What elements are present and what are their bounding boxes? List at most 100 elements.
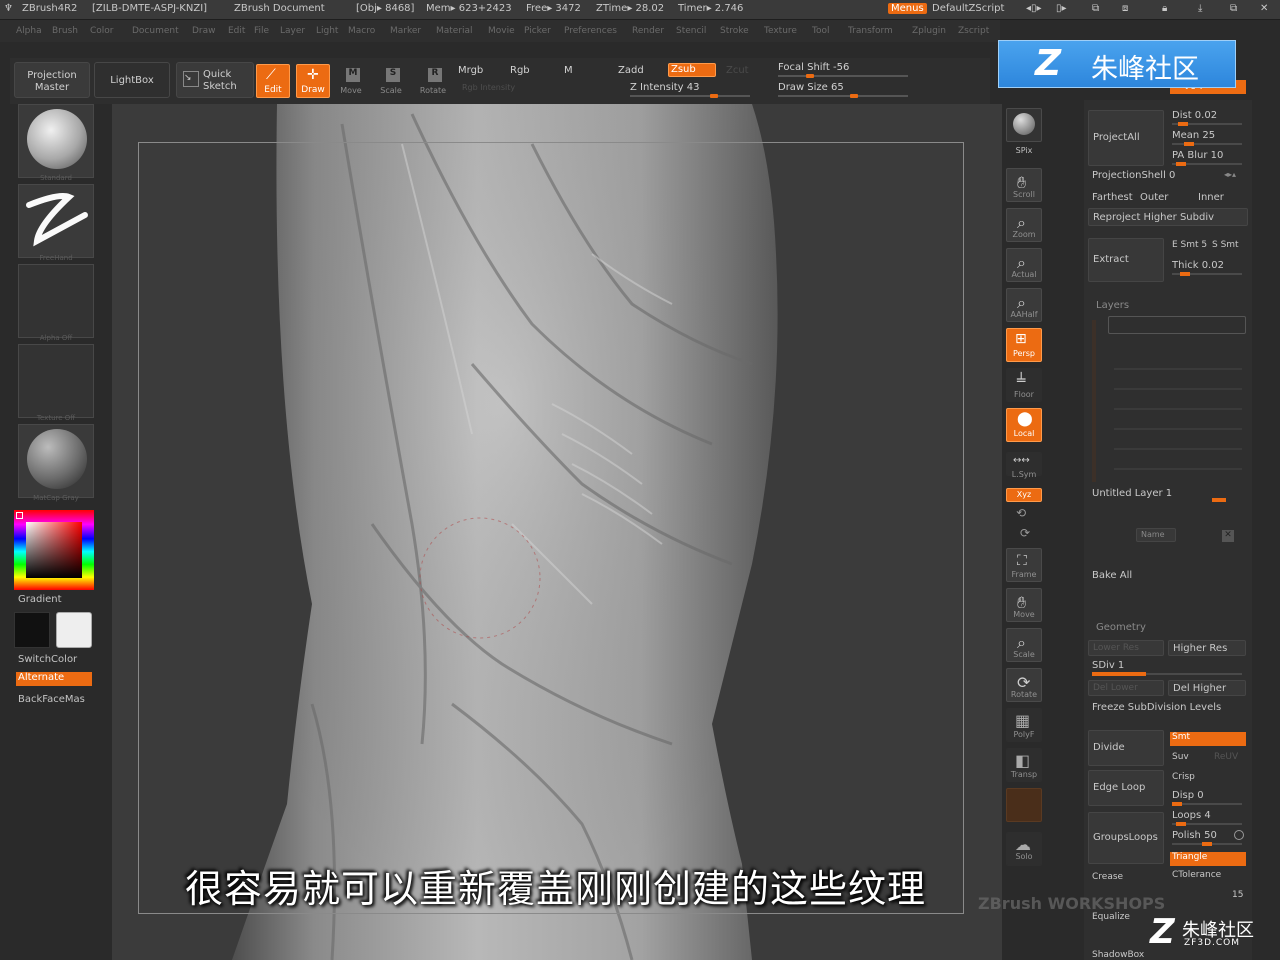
- project-all-button[interactable]: ProjectAll: [1088, 110, 1164, 166]
- draw-size-slider[interactable]: Draw Size 65: [778, 82, 844, 93]
- menu-color[interactable]: Color: [90, 26, 114, 36]
- brush-slot[interactable]: [18, 104, 94, 178]
- divide-button[interactable]: Divide: [1088, 730, 1164, 766]
- main-color-swatch[interactable]: [14, 612, 50, 648]
- polish-slider[interactable]: Polish 50: [1172, 830, 1242, 846]
- menu-material[interactable]: Material: [436, 26, 473, 36]
- quick-sketch-button[interactable]: ↘ Quick Sketch: [176, 62, 254, 98]
- del-lower-button[interactable]: Del Lower: [1088, 680, 1164, 696]
- smt-toggle[interactable]: Smt: [1170, 732, 1246, 746]
- move-mode-button[interactable]: M Move: [336, 64, 366, 100]
- rgb-button[interactable]: Rgb: [510, 65, 530, 76]
- shadowbox-button[interactable]: ShadowBox: [1092, 950, 1144, 960]
- menu-stencil[interactable]: Stencil: [676, 26, 706, 36]
- menu-stroke[interactable]: Stroke: [720, 26, 749, 36]
- xyz-button[interactable]: Xyz: [1006, 488, 1042, 502]
- lightbox-button[interactable]: LightBox: [94, 62, 170, 98]
- script-name[interactable]: DefaultZScript: [932, 3, 1004, 14]
- menu-marker[interactable]: Marker: [390, 26, 421, 36]
- gradient-button[interactable]: Gradient: [18, 594, 62, 605]
- menus-button[interactable]: Menus: [888, 3, 927, 14]
- mrgb-button[interactable]: Mrgb: [458, 65, 483, 76]
- scale-mode-button[interactable]: S Scale: [376, 64, 406, 100]
- layout-right-icon[interactable]: ▯▸: [1056, 3, 1067, 14]
- s-smt-slider[interactable]: S Smt: [1212, 240, 1239, 250]
- color-layout-icon[interactable]: ⧈: [1122, 3, 1128, 14]
- zadd-button[interactable]: Zadd: [618, 65, 644, 76]
- geometry-section-title[interactable]: Geometry: [1096, 622, 1146, 633]
- persp-button[interactable]: ⊞ Persp: [1006, 328, 1042, 362]
- close-icon[interactable]: ✕: [1260, 3, 1268, 14]
- extract-button[interactable]: Extract: [1088, 238, 1164, 282]
- freeze-subdivision-button[interactable]: Freeze SubDivision Levels: [1092, 702, 1221, 713]
- layers-scrollbar[interactable]: [1092, 320, 1096, 482]
- document-canvas[interactable]: [112, 104, 1002, 960]
- del-higher-button[interactable]: Del Higher: [1168, 680, 1246, 696]
- lower-res-button[interactable]: Lower Res: [1088, 640, 1164, 656]
- outer-toggle[interactable]: Outer: [1140, 192, 1168, 203]
- polish-circle-icon[interactable]: [1234, 830, 1244, 840]
- dist-slider[interactable]: Dist 0.02: [1172, 110, 1242, 126]
- z-intensity-track[interactable]: [630, 95, 750, 97]
- menu-texture[interactable]: Texture: [764, 26, 797, 36]
- draw-size-knob[interactable]: [850, 94, 858, 98]
- inner-toggle[interactable]: Inner: [1198, 192, 1224, 203]
- restore-icon[interactable]: ⧉: [1230, 3, 1237, 14]
- focal-shift-slider[interactable]: Focal Shift -56: [778, 62, 849, 73]
- menu-preferences[interactable]: Preferences: [564, 26, 617, 36]
- layers-section-title[interactable]: Layers: [1096, 300, 1129, 311]
- layer-name-field[interactable]: [1108, 316, 1246, 334]
- higher-res-button[interactable]: Higher Res: [1168, 640, 1246, 656]
- crease-button[interactable]: Crease: [1092, 872, 1123, 882]
- switch-color-button[interactable]: SwitchColor: [18, 654, 77, 665]
- lock-icon[interactable]: 🔒︎: [1162, 3, 1167, 14]
- menu-zscript[interactable]: Zscript: [958, 26, 989, 36]
- spix-slider[interactable]: SPix: [1002, 146, 1046, 155]
- layers-list[interactable]: [1114, 350, 1242, 470]
- menu-light[interactable]: Light: [316, 26, 338, 36]
- equalize-button[interactable]: Equalize: [1092, 912, 1130, 922]
- zcut-button[interactable]: Zcut: [726, 65, 749, 76]
- alpha-slot[interactable]: [18, 264, 94, 338]
- menu-edit[interactable]: Edit: [228, 26, 245, 36]
- rgb-intensity-slider[interactable]: Rgb Intensity: [462, 83, 515, 92]
- local-button[interactable]: ⬤ Local: [1006, 408, 1042, 442]
- layer-name-button[interactable]: Name: [1136, 528, 1176, 542]
- layout-left-icon[interactable]: ◂▯▸: [1026, 3, 1042, 14]
- menu-movie[interactable]: Movie: [488, 26, 515, 36]
- menu-render[interactable]: Render: [632, 26, 664, 36]
- ghost-button[interactable]: [1006, 788, 1042, 822]
- menu-brush[interactable]: Brush: [52, 26, 78, 36]
- minimize-icon[interactable]: ⤓: [1198, 3, 1202, 14]
- menu-alpha[interactable]: Alpha: [16, 26, 42, 36]
- edge-loop-button[interactable]: Edge Loop: [1088, 770, 1164, 806]
- reuv-toggle[interactable]: ReUV: [1214, 752, 1238, 762]
- edit-mode-button[interactable]: ⟋ Edit: [256, 64, 290, 98]
- mean-slider[interactable]: Mean 25: [1172, 130, 1242, 146]
- menu-transform[interactable]: Transform: [848, 26, 893, 36]
- menu-zplugin[interactable]: Zplugin: [912, 26, 946, 36]
- disp-slider[interactable]: Disp 0: [1172, 790, 1242, 806]
- menu-picker[interactable]: Picker: [524, 26, 551, 36]
- thick-slider[interactable]: Thick 0.02: [1172, 260, 1242, 276]
- draw-mode-button[interactable]: ✛ Draw: [296, 64, 330, 98]
- projection-shell-slider[interactable]: ProjectionShell 0: [1092, 170, 1175, 181]
- color-picker-square[interactable]: [26, 522, 82, 578]
- suv-toggle[interactable]: Suv: [1172, 752, 1189, 762]
- menu-document[interactable]: Document: [132, 26, 179, 36]
- menu-tool[interactable]: Tool: [812, 26, 829, 36]
- color-picker[interactable]: [14, 510, 94, 590]
- menu-macro[interactable]: Macro: [348, 26, 375, 36]
- farthest-toggle[interactable]: Farthest: [1092, 192, 1133, 203]
- z-intensity-slider[interactable]: Z Intensity 43: [630, 82, 699, 93]
- e-smt-slider[interactable]: E Smt 5: [1172, 240, 1207, 250]
- menu-draw[interactable]: Draw: [192, 26, 216, 36]
- sdiv-slider[interactable]: SDiv 1: [1092, 660, 1242, 676]
- rotate-z-icon[interactable]: ⟳: [1020, 526, 1030, 540]
- rotate-mode-button[interactable]: R Rotate: [416, 64, 450, 100]
- crisp-toggle[interactable]: Crisp: [1172, 772, 1195, 782]
- layer-intensity-knob[interactable]: [1212, 498, 1226, 502]
- secondary-color-swatch[interactable]: [56, 612, 92, 648]
- delete-layer-icon[interactable]: ✕: [1222, 530, 1234, 542]
- z-intensity-knob[interactable]: [710, 94, 718, 98]
